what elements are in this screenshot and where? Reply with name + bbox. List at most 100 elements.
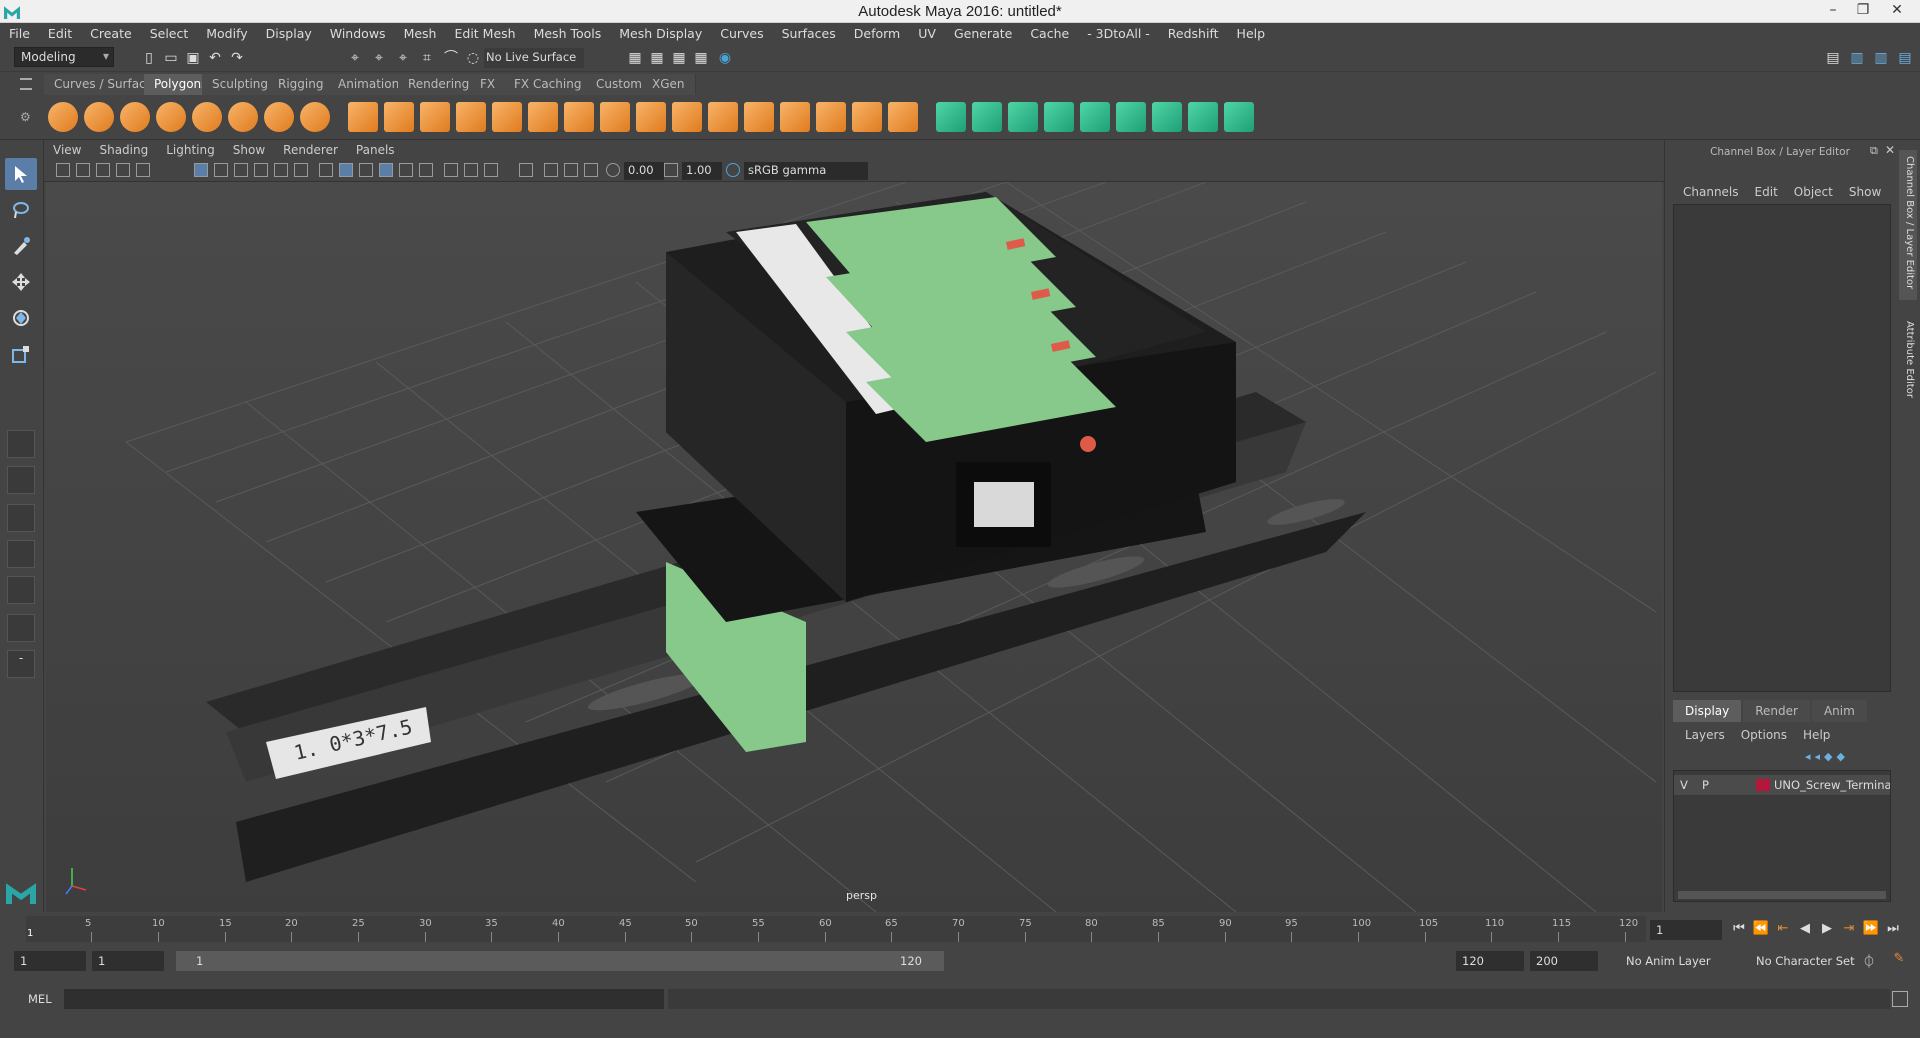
menu-deform[interactable]: Deform bbox=[845, 26, 909, 41]
offset-edge-loop-icon[interactable] bbox=[852, 102, 882, 132]
xray-joints-icon[interactable] bbox=[564, 163, 578, 177]
step-forward-key-icon[interactable]: ⇥ bbox=[1840, 921, 1858, 939]
render-settings-icon[interactable]: ▦ bbox=[692, 49, 710, 67]
shelf-menu-icon[interactable] bbox=[20, 78, 32, 90]
custom-layout-icon[interactable]: - bbox=[7, 650, 35, 678]
grid-icon[interactable] bbox=[194, 163, 208, 177]
menu-edit[interactable]: Edit bbox=[39, 26, 81, 41]
bookmark-icon[interactable] bbox=[96, 163, 110, 177]
render-view-icon[interactable]: ▦ bbox=[626, 49, 644, 67]
layer-list-scrollbar[interactable] bbox=[1678, 891, 1886, 899]
menu-display[interactable]: Display bbox=[257, 26, 321, 41]
cleanup-icon[interactable] bbox=[1224, 102, 1254, 132]
single-perspective-layout-icon[interactable] bbox=[7, 430, 35, 458]
menu-edit-mesh[interactable]: Edit Mesh bbox=[445, 26, 524, 41]
gate-mask-icon[interactable] bbox=[254, 163, 268, 177]
exposure-field[interactable]: 0.00 bbox=[624, 162, 664, 180]
poly-cylinder-icon[interactable] bbox=[120, 102, 150, 132]
menu-uv[interactable]: UV bbox=[909, 26, 945, 41]
snap-grid-icon[interactable]: ⌗ bbox=[418, 49, 436, 67]
menu-redshift[interactable]: Redshift bbox=[1159, 26, 1228, 41]
close-panel-icon[interactable]: ✕ bbox=[1885, 143, 1895, 157]
lasso-tool-icon[interactable] bbox=[5, 194, 37, 226]
xray-icon[interactable] bbox=[544, 163, 558, 177]
poly-pipe-icon[interactable] bbox=[300, 102, 330, 132]
poly-cube-icon[interactable] bbox=[84, 102, 114, 132]
poly-cone-icon[interactable] bbox=[156, 102, 186, 132]
panel-menu-renderer[interactable]: Renderer bbox=[274, 143, 347, 157]
channel-box-menu-edit[interactable]: Edit bbox=[1747, 185, 1786, 199]
step-back-frame-icon[interactable]: ⏪ bbox=[1752, 921, 1770, 939]
mode-selector[interactable]: Modeling bbox=[14, 47, 114, 67]
step-forward-frame-icon[interactable]: ⏩ bbox=[1862, 921, 1880, 939]
layer-editor-menu-layers[interactable]: Layers bbox=[1677, 728, 1733, 742]
poly-torus-icon[interactable] bbox=[192, 102, 222, 132]
combine-icon[interactable] bbox=[348, 102, 378, 132]
color-management-icon[interactable] bbox=[726, 163, 740, 177]
layer-editor-tab-render[interactable]: Render bbox=[1743, 700, 1810, 722]
playback-start-field[interactable]: 1 bbox=[92, 951, 164, 971]
layer-playback-toggle[interactable]: P bbox=[1702, 778, 1709, 792]
rotate-tool-icon[interactable] bbox=[5, 302, 37, 334]
separate-icon[interactable] bbox=[384, 102, 414, 132]
toggle-tool-settings-icon[interactable]: ▤ bbox=[1896, 49, 1914, 67]
auto-key-icon[interactable]: ⏀ bbox=[1860, 951, 1878, 970]
panel-menu-show[interactable]: Show bbox=[224, 143, 274, 157]
shelf-tab-xgen[interactable]: XGen bbox=[642, 74, 696, 95]
shelf-tab-fx[interactable]: FX bbox=[470, 74, 507, 95]
move-tool-icon[interactable] bbox=[5, 266, 37, 298]
menu-windows[interactable]: Windows bbox=[321, 26, 395, 41]
open-scene-icon[interactable]: ▭ bbox=[162, 49, 180, 67]
multi-cut-icon[interactable] bbox=[744, 102, 774, 132]
persp-hypershade-layout-icon[interactable] bbox=[7, 576, 35, 604]
persp-uv-layout-icon[interactable] bbox=[7, 614, 35, 642]
step-back-key-icon[interactable]: ⇤ bbox=[1774, 921, 1792, 939]
menu-cache[interactable]: Cache bbox=[1021, 26, 1078, 41]
command-language-label[interactable]: MEL bbox=[28, 992, 52, 1006]
four-view-layout-icon[interactable] bbox=[7, 466, 35, 494]
smooth-icon[interactable] bbox=[456, 102, 486, 132]
exposure-icon[interactable] bbox=[606, 163, 620, 177]
menu-curves[interactable]: Curves bbox=[711, 26, 772, 41]
camera-attributes-icon[interactable] bbox=[76, 163, 90, 177]
character-set-select[interactable]: No Character Set bbox=[1750, 951, 1872, 971]
side-tab-channel-box[interactable]: Channel Box / Layer Editor bbox=[1899, 150, 1917, 300]
layer-name[interactable]: UNO_Screw_Terminal_Blo bbox=[1774, 778, 1890, 792]
maximize-button[interactable]: ❐ bbox=[1848, 0, 1878, 22]
undo-icon[interactable]: ↶ bbox=[206, 49, 224, 67]
panel-menu-panels[interactable]: Panels bbox=[347, 143, 404, 157]
extract-icon[interactable] bbox=[420, 102, 450, 132]
layer-editor-menu-help[interactable]: Help bbox=[1795, 728, 1838, 742]
layer-editor-menu-options[interactable]: Options bbox=[1733, 728, 1795, 742]
panel-menu-view[interactable]: View bbox=[44, 143, 90, 157]
wireframe-on-shaded-icon[interactable] bbox=[359, 163, 373, 177]
quad-draw-icon[interactable] bbox=[936, 102, 966, 132]
poly-sphere-icon[interactable] bbox=[48, 102, 78, 132]
insert-edge-loop-icon[interactable] bbox=[816, 102, 846, 132]
append-polygon-icon[interactable] bbox=[972, 102, 1002, 132]
snap-point-icon[interactable]: ◌ bbox=[464, 49, 482, 67]
extrude-icon[interactable] bbox=[636, 102, 666, 132]
resolution-gate-icon[interactable] bbox=[234, 163, 248, 177]
select-component-icon[interactable]: ⌖ bbox=[394, 49, 412, 67]
camera-icon[interactable] bbox=[56, 163, 70, 177]
time-slider-track[interactable]: 1 5 10 15 20 25 30 35 40 45 50 55 60 65 70 75 80 85 90 95 1… bbox=[26, 916, 1646, 942]
anti-aliasing-icon[interactable] bbox=[484, 163, 498, 177]
layer-editor-tab-display[interactable]: Display bbox=[1673, 700, 1742, 722]
perspective-viewport[interactable]: 1. 0*3*7.5 persp bbox=[46, 182, 1662, 912]
persp-graph-layout-icon[interactable] bbox=[7, 540, 35, 568]
field-chart-icon[interactable] bbox=[274, 163, 288, 177]
layer-editor-tab-anim[interactable]: Anim bbox=[1811, 700, 1867, 722]
grid-toggle-icon[interactable] bbox=[136, 163, 150, 177]
script-editor-icon[interactable] bbox=[1892, 991, 1908, 1007]
toggle-channel-box-icon[interactable]: ▥ bbox=[1872, 49, 1890, 67]
panel-menu-shading[interactable]: Shading bbox=[90, 143, 157, 157]
wireframe-icon[interactable] bbox=[319, 163, 333, 177]
start-frame-field[interactable]: 1 bbox=[14, 951, 86, 971]
anim-layer-select[interactable]: No Anim Layer bbox=[1620, 951, 1742, 971]
play-backwards-icon[interactable]: ◀ bbox=[1796, 921, 1814, 939]
planar-uv-icon[interactable] bbox=[1008, 102, 1038, 132]
persp-outliner-layout-icon[interactable] bbox=[7, 504, 35, 532]
menu-create[interactable]: Create bbox=[81, 26, 141, 41]
float-panel-icon[interactable]: ⧉ bbox=[1870, 144, 1878, 158]
